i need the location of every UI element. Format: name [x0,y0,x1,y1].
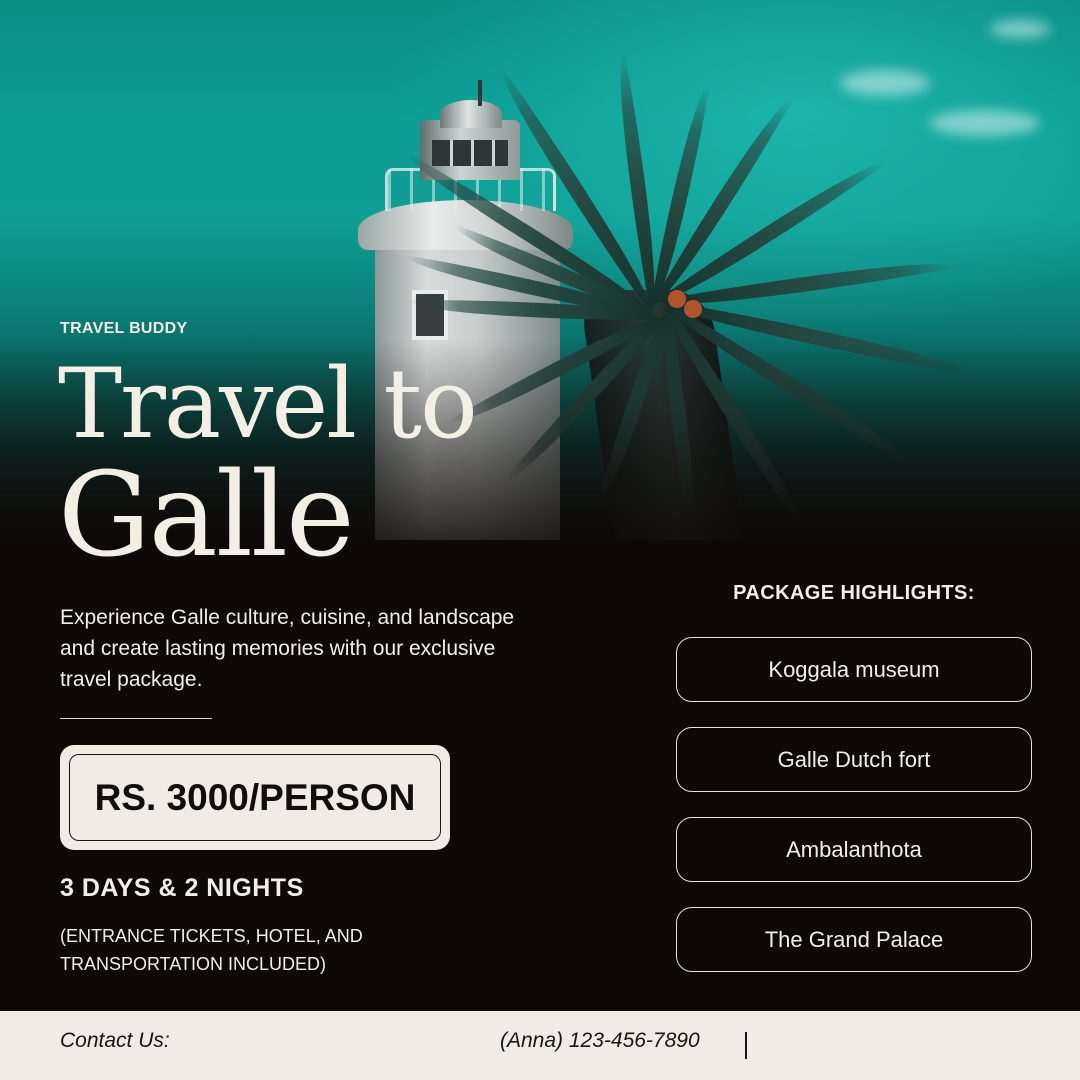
highlights-list: Koggala museum Galle Dutch fort Ambalant… [676,637,1032,997]
highlight-item-grand-palace: The Grand Palace [676,907,1032,972]
cloud [990,20,1050,38]
lighthouse-window [412,290,448,340]
text-cursor [745,1032,747,1059]
highlight-item-ambalanthota: Ambalanthota [676,817,1032,882]
contact-phone: (Anna) 123-456-7890 [500,1029,700,1052]
contact-label: Contact Us: [60,1029,170,1052]
highlight-item-koggala-museum: Koggala museum [676,637,1032,702]
price-badge: RS. 3000/PERSON [60,745,450,850]
coconut [668,290,686,308]
lighthouse-mast [478,80,482,106]
contact-footer: Contact Us: (Anna) 123-456-7890 [0,1011,1080,1080]
price-text: RS. 3000/PERSON [69,754,441,841]
lighthouse-dome [440,100,502,128]
cloud [930,110,1040,136]
duration-label: 3 DAYS & 2 NIGHTS [60,874,304,902]
travel-poster: TRAVEL BUDDY Travel to Galle Experience … [0,0,1080,1080]
highlights-heading: PACKAGE HIGHLIGHTS: [733,582,975,604]
package-description: Experience Galle culture, cuisine, and l… [60,606,515,691]
inclusions-note: (ENTRANCE TICKETS, HOTEL, AND TRANSPORTA… [60,926,363,974]
highlight-item-galle-dutch-fort: Galle Dutch fort [676,727,1032,792]
cloud [840,70,930,96]
title-line-2: Galle [58,448,355,583]
brand-label: TRAVEL BUDDY [60,320,188,337]
coconut [684,300,702,318]
title-line-1: Travel to [58,348,478,460]
divider [60,718,212,719]
page-title: Travel to Galle [58,348,478,583]
